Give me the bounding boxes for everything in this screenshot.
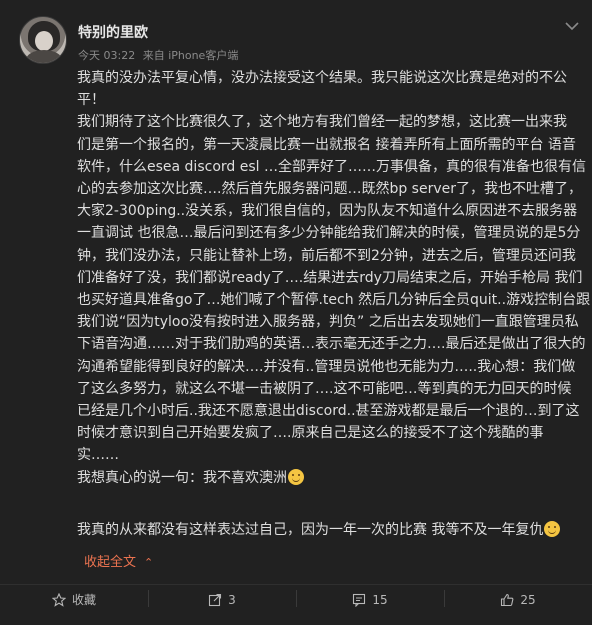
comment-count: 15: [372, 592, 388, 607]
collapse-full-text-link[interactable]: 收起全文 ⌃: [84, 551, 153, 570]
comment-icon: [353, 593, 366, 607]
repost-icon: [209, 593, 222, 606]
post-line: 平！: [77, 92, 105, 109]
divider: [296, 590, 297, 607]
post-line: 已经是几个小时后..我还不愿意退出discord..甚至游戏都是最后一个退的…到…: [77, 403, 580, 420]
post-line: 软件，什么esea discord esl …全部弄好了……万事俱备，真的很有准…: [77, 158, 586, 175]
like-button[interactable]: 25: [444, 585, 592, 614]
thumbs-up-icon: [501, 593, 514, 606]
post-time: 今天 03:22: [78, 49, 136, 62]
smile-emoji-icon: [544, 520, 561, 537]
post-line: 了这么多努力，就这么不堪一击被阴了….这不可能吧…等到真的无力回天的时候: [77, 380, 572, 397]
avatar[interactable]: [19, 16, 67, 64]
post-line: 我们期待了这个比赛很久了，这个地方有我们曾经一起的梦想，这比赛一出来我: [77, 114, 567, 131]
post-line: 也买好道具准备go了…她们喊了个暂停.tech 然后几分钟后全员quit..游戏…: [77, 292, 591, 309]
repost-button[interactable]: 3: [148, 585, 296, 614]
post-line: 钟，我们没办法，只能让替补上场，前后都不到2分钟，进去之后，管理员还问我: [77, 247, 576, 264]
smile-emoji-icon: [288, 468, 304, 485]
post-line: 我们说“因为tyloo没有按时进入服务器，判负” 之后出去发现她们一直跟管理员私: [77, 314, 579, 331]
post-line: 心的去参加这次比赛….然后首先服务器问题…既然bp server了，我也不吐槽了…: [77, 181, 582, 198]
post-line: 时候才意识到自己开始要发疯了….原来自己是这么的接受不了这个残酷的事: [77, 425, 544, 442]
post-text: 我真的没办法平复心情，没办法接受这个结果。我只能说这次比赛是绝对的不公 平！ 我…: [77, 67, 591, 541]
collapse-label: 收起全文: [84, 555, 137, 570]
username[interactable]: 特别的里欧: [78, 22, 148, 42]
repost-count: 3: [228, 592, 236, 607]
post-line-text: 我真的从来都没有这样表达过自己，因为一年一次的比赛 我等不及一年复仇: [77, 521, 544, 538]
comment-button[interactable]: 15: [296, 585, 444, 614]
chevron-down-icon[interactable]: [564, 20, 580, 32]
favorite-button[interactable]: 收藏: [0, 585, 148, 614]
post-line: 沟通希望能得到良好的解决….并没有..管理员说他也无能为力…..我心想：我们做: [77, 358, 576, 375]
post-line-with-emoji: 我想真心的说一句：我不喜欢澳洲: [77, 467, 579, 489]
post-line: 一直调试 也很急…最后问到还有多少分钟能给我们解决的时候，管理员说的是5分: [77, 225, 581, 242]
weibo-post-card: 特别的里欧 今天 03:22 来自 iPhone客户端 我真的没办法平复心情，没…: [0, 0, 592, 625]
favorite-label: 收藏: [71, 593, 96, 607]
divider: [148, 590, 149, 607]
post-meta: 今天 03:22 来自 iPhone客户端: [78, 47, 242, 63]
post-line: 大家2-300ping..没关系，我们很自信的，因为队友不知道什么原因进不去服务…: [77, 203, 578, 220]
post-line: 我真的没办法平复心情，没办法接受这个结果。我只能说这次比赛是绝对的不公: [77, 70, 567, 86]
post-line-with-emoji: 我真的从来都没有这样表达过自己，因为一年一次的比赛 我等不及一年复仇: [77, 519, 579, 541]
star-icon: [51, 592, 66, 607]
post-line: 实……: [77, 447, 119, 464]
post-line-text: 我想真心的说一句：我不喜欢澳洲: [77, 469, 287, 486]
post-line: 们是第一个报名的，第一天凌晨比赛一出就报名 接着弄所有上面所需的平台 语音: [77, 136, 576, 153]
chevron-up-icon: ⌃: [144, 556, 154, 569]
divider: [444, 590, 445, 607]
post-line: 们准备好了没，我们都说ready了….结果进去rdy刀局结束之后，开始手枪局 我…: [77, 269, 583, 286]
post-line: 下语音沟通……对于我们肋鸡的英语…表示毫无还手之力….最后还是做出了很大的: [77, 336, 586, 353]
like-count: 25: [520, 592, 536, 607]
post-source: 来自 iPhone客户端: [142, 49, 239, 62]
